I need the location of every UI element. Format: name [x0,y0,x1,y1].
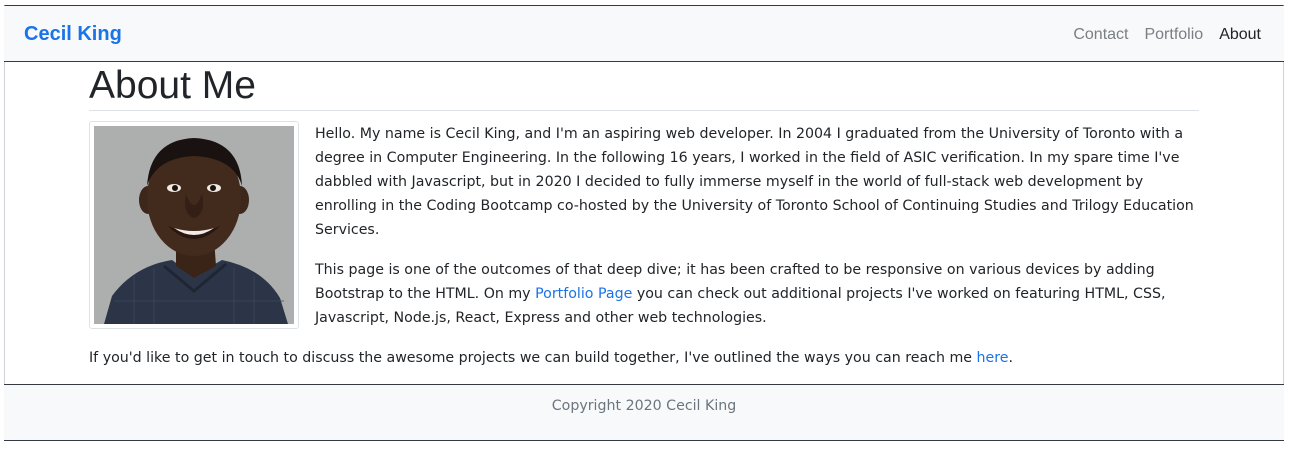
contact-here-link[interactable]: here [977,350,1009,366]
profile-photo-image [94,126,294,324]
nav-link-portfolio[interactable]: Portfolio [1144,26,1203,44]
bio-text: Hello. My name is Cecil King, and I'm an… [315,122,1201,346]
copyright-text: Copyright 2020 Cecil King [551,398,737,414]
nav-link-about[interactable]: About [1219,26,1261,44]
nav-link-contact[interactable]: Contact [1073,26,1128,44]
nav-links: Contact Portfolio About [1073,26,1261,44]
bio-paragraph-2: This page is one of the outcomes of that… [315,258,1201,330]
footer: Copyright 2020 Cecil King [4,384,1284,441]
profile-photo [89,121,299,329]
contact-paragraph: If you'd like to get in touch to discuss… [89,346,1199,370]
navbar: Cecil King Contact Portfolio About [4,6,1284,62]
brand-link[interactable]: Cecil King [24,23,122,46]
contact-paragraph-end: . [1008,350,1014,366]
portfolio-page-link[interactable]: Portfolio Page [535,286,632,302]
page-title: About Me [89,62,1199,111]
contact-paragraph-text: If you'd like to get in touch to discuss… [89,350,977,366]
bio-paragraph-1: Hello. My name is Cecil King, and I'm an… [315,126,1194,238]
main-content: About Me Hello. My name is Cecil King, a… [89,62,1199,366]
